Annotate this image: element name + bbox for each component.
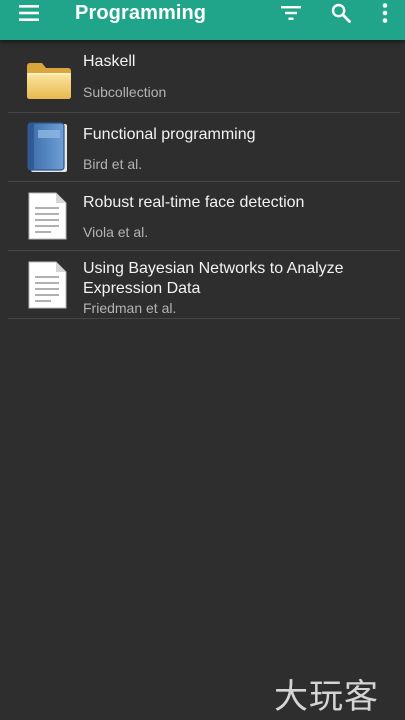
list-item[interactable]: Functional programming Bird et al. <box>8 113 400 182</box>
item-subtitle: Subcollection <box>83 84 167 100</box>
search-button[interactable] <box>326 0 356 26</box>
menu-button[interactable] <box>12 0 46 26</box>
item-title: Robust real-time face detection <box>83 194 305 211</box>
search-icon <box>331 3 351 23</box>
folder-icon <box>27 63 71 99</box>
document-icon <box>28 261 67 309</box>
document-icon <box>28 192 67 240</box>
item-subtitle: Friedman et al. <box>83 300 177 316</box>
more-options-button[interactable] <box>372 0 398 26</box>
item-subtitle: Viola et al. <box>83 224 149 240</box>
more-vert-icon <box>382 3 388 23</box>
book-icon <box>27 122 67 172</box>
item-title: Using Bayesian Networks to Analyze Expre… <box>83 260 344 297</box>
watermark-logo: 大玩客 <box>274 677 379 717</box>
item-title: Functional programming <box>83 126 256 143</box>
list-item[interactable]: Robust real-time face detection Viola et… <box>8 182 400 251</box>
item-subtitle: Bird et al. <box>83 156 143 172</box>
list-item[interactable]: Using Bayesian Networks to Analyze Expre… <box>8 251 400 319</box>
top-app-bar: Programming <box>0 0 405 40</box>
filter-button[interactable] <box>276 0 306 26</box>
page-title: Programming <box>75 2 207 24</box>
collection-list: Haskell Subcollection Functional program… <box>0 40 405 319</box>
app-screen: Programming Haskell Subcollection Functi… <box>0 0 405 720</box>
item-title: Haskell <box>83 53 136 70</box>
list-item[interactable]: Haskell Subcollection <box>8 40 400 113</box>
hamburger-menu-icon <box>19 5 39 21</box>
filter-icon <box>281 6 301 20</box>
